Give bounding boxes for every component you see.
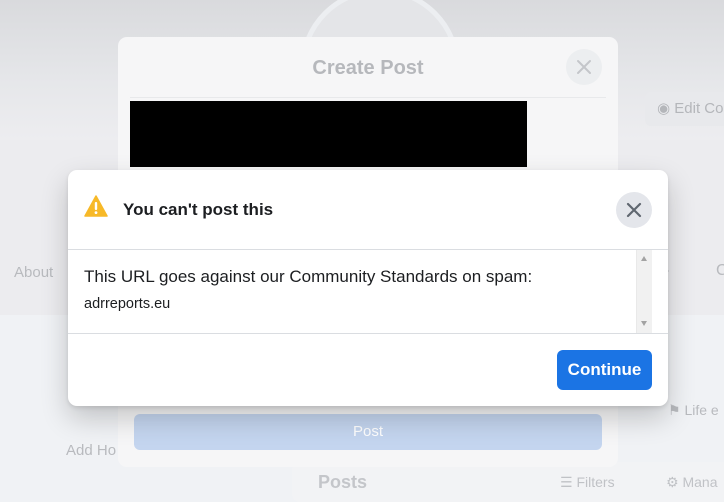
alert-message-area: This URL goes against our Community Stan…	[68, 250, 668, 333]
close-icon	[626, 202, 642, 218]
life-events-link: ⚑ Life e	[668, 402, 719, 418]
add-hobbies-link: Add Ho	[66, 442, 117, 459]
warning-icon	[84, 195, 108, 217]
continue-button[interactable]: Continue	[557, 350, 652, 390]
tab-about: About	[14, 264, 54, 281]
manage-posts-button: ⚙ Mana	[666, 474, 718, 490]
divider	[130, 97, 606, 98]
camera-icon: ◉	[657, 100, 675, 117]
alert-close-button[interactable]	[616, 192, 652, 228]
create-post-close-button	[566, 49, 602, 85]
filters-button: ☰ Filters	[560, 474, 615, 490]
divider	[68, 333, 668, 334]
edit-cover-button: ◉ Edit Co	[645, 92, 724, 126]
scroll-down-arrow-icon[interactable]	[641, 321, 647, 326]
scroll-up-arrow-icon[interactable]	[641, 256, 647, 261]
link-preview-image	[130, 101, 527, 167]
cant-post-alert-dialog: You can't post this This URL goes agains…	[68, 170, 668, 406]
posts-heading: Posts	[318, 472, 368, 492]
flag-icon: ⚑	[668, 402, 685, 418]
create-post-title: Create Post	[312, 57, 424, 79]
blocked-url: adrreports.eu	[84, 296, 171, 312]
gear-icon: ⚙	[666, 474, 683, 490]
scrollbar[interactable]	[636, 250, 652, 333]
close-icon	[577, 60, 591, 74]
filter-icon: ☰	[560, 474, 577, 490]
post-button: Post	[134, 414, 602, 450]
alert-message: This URL goes against our Community Stan…	[84, 267, 533, 286]
alert-title: You can't post this	[123, 200, 274, 219]
tab-partial: C	[716, 262, 724, 279]
